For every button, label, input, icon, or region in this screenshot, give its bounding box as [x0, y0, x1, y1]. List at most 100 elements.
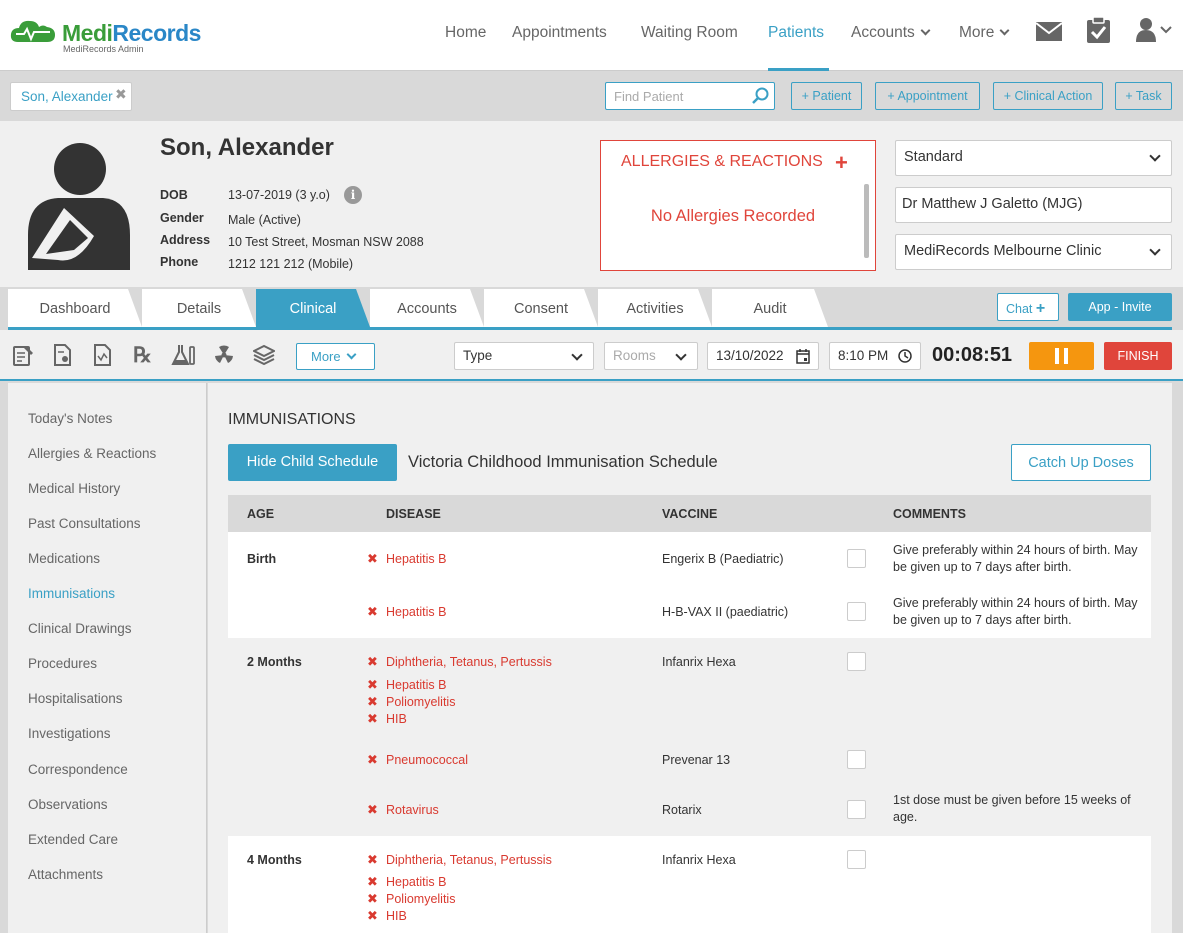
- sidebar-item-clinical-drawings[interactable]: Clinical Drawings: [28, 621, 132, 636]
- brand-subtitle: MediRecords Admin: [63, 44, 144, 54]
- tab-details[interactable]: Details: [142, 289, 256, 327]
- search-icon[interactable]: [752, 87, 770, 110]
- brand-logo[interactable]: MediRecords: [62, 20, 201, 47]
- clinic-select[interactable]: MediRecords Melbourne Clinic: [895, 234, 1172, 270]
- nav-accounts[interactable]: Accounts: [851, 24, 931, 42]
- sidebar-item-attachments[interactable]: Attachments: [28, 867, 103, 882]
- info-icon[interactable]: i: [344, 186, 362, 204]
- date-input[interactable]: 13/10/2022: [707, 342, 819, 370]
- finish-button[interactable]: FINISH: [1104, 342, 1172, 370]
- row-disease: Poliomyelitis: [386, 695, 456, 709]
- clock-icon[interactable]: [898, 349, 912, 366]
- patient-name: Son, Alexander: [160, 134, 334, 161]
- tab-activities[interactable]: Activities: [598, 289, 712, 327]
- nav-accounts-label: Accounts: [851, 24, 915, 41]
- sidebar-item-medical-history[interactable]: Medical History: [28, 481, 120, 496]
- mail-icon[interactable]: [1035, 22, 1063, 46]
- prescription-icon[interactable]: ℞: [133, 342, 152, 367]
- given-checkbox[interactable]: [847, 800, 866, 819]
- vaccine-column-header: VACCINE: [662, 507, 718, 521]
- not-given-x-icon: ✖: [367, 677, 378, 692]
- hide-child-schedule-button[interactable]: Hide Child Schedule: [228, 444, 397, 481]
- sidebar-item-medications[interactable]: Medications: [28, 551, 100, 566]
- not-given-x-icon: ✖: [367, 852, 378, 867]
- tab-accounts[interactable]: Accounts: [370, 289, 484, 327]
- app-invite-button[interactable]: App - Invite: [1068, 293, 1172, 321]
- row-disease: Rotavirus: [386, 803, 439, 817]
- tab-dashboard[interactable]: Dashboard: [8, 289, 142, 327]
- gender-value: Male (Active): [228, 213, 301, 227]
- chevron-down-icon: [1149, 150, 1161, 162]
- catch-up-doses-button[interactable]: Catch Up Doses: [1011, 444, 1151, 481]
- open-patient-tab[interactable]: Son, Alexander: [10, 82, 132, 111]
- row-comment: Give preferably within 24 hours of birth…: [893, 543, 1138, 574]
- sidebar-item-immunisations[interactable]: Immunisations: [28, 586, 115, 601]
- report-icon[interactable]: [93, 344, 113, 371]
- add-clinical-action-button[interactable]: + Clinical Action: [993, 82, 1103, 110]
- sidebar-item-allergies[interactable]: Allergies & Reactions: [28, 446, 156, 461]
- chevron-down-icon: [571, 349, 583, 361]
- dob-value: 13-07-2019 (3 y.o): [228, 188, 330, 202]
- calendar-icon[interactable]: [796, 349, 810, 367]
- close-icon[interactable]: ✖: [115, 86, 127, 103]
- sidebar-item-hospitalisations[interactable]: Hospitalisations: [28, 691, 123, 706]
- tab-clinical[interactable]: Clinical: [256, 289, 370, 327]
- given-checkbox[interactable]: [847, 750, 866, 769]
- appointment-type-select[interactable]: Standard: [895, 140, 1172, 176]
- add-allergy-button[interactable]: +: [835, 150, 848, 176]
- user-icon[interactable]: [1136, 17, 1172, 48]
- sidebar-item-investigations[interactable]: Investigations: [28, 726, 111, 741]
- nav-home[interactable]: Home: [445, 24, 486, 42]
- pause-button[interactable]: [1029, 342, 1094, 370]
- nav-more[interactable]: More: [959, 24, 1010, 42]
- more-tools-button[interactable]: More: [296, 343, 375, 370]
- row-age: Birth: [247, 552, 277, 566]
- nav-waiting-room[interactable]: Waiting Room: [641, 24, 738, 42]
- date-value: 13/10/2022: [716, 348, 784, 363]
- phone-label: Phone: [160, 255, 199, 269]
- given-checkbox[interactable]: [847, 549, 866, 568]
- radiation-icon[interactable]: [213, 344, 235, 371]
- add-appointment-button[interactable]: + Appointment: [875, 82, 980, 110]
- time-input[interactable]: 8:10 PM: [829, 342, 921, 370]
- row-disease: Hepatitis B: [386, 875, 447, 889]
- not-given-x-icon: ✖: [367, 802, 378, 817]
- lab-icon[interactable]: [171, 344, 197, 371]
- books-icon[interactable]: [251, 344, 277, 371]
- sidebar-item-correspondence[interactable]: Correspondence: [28, 762, 128, 777]
- open-patient-tab-label: Son, Alexander: [21, 89, 113, 104]
- chat-button[interactable]: Chat +: [997, 293, 1059, 321]
- add-task-button[interactable]: + Task: [1115, 82, 1172, 110]
- row-disease: Diphtheria, Tetanus, Pertussis: [386, 853, 552, 867]
- consult-timer: 00:08:51: [932, 344, 1013, 366]
- not-given-x-icon: ✖: [367, 604, 378, 619]
- type-select[interactable]: Type: [454, 342, 594, 370]
- brand-name-part1: Medi: [62, 20, 113, 46]
- document-icon[interactable]: [53, 344, 73, 371]
- sidebar-item-observations[interactable]: Observations: [28, 797, 108, 812]
- find-patient-input[interactable]: Find Patient: [605, 82, 775, 110]
- clipboard-check-icon[interactable]: [1087, 16, 1110, 48]
- given-checkbox[interactable]: [847, 850, 866, 869]
- doctor-field[interactable]: Dr Matthew J Galetto (MJG): [895, 187, 1172, 223]
- nav-patients[interactable]: Patients: [768, 24, 824, 42]
- nav-more-label: More: [959, 24, 995, 41]
- allergies-scrollbar[interactable]: [864, 184, 869, 258]
- type-select-label: Type: [463, 348, 493, 363]
- given-checkbox[interactable]: [847, 602, 866, 621]
- not-given-x-icon: ✖: [367, 908, 378, 923]
- row-disease: Diphtheria, Tetanus, Pertussis: [386, 655, 552, 669]
- row-age: 4 Months: [247, 853, 302, 867]
- add-patient-button[interactable]: + Patient: [791, 82, 862, 110]
- sidebar-item-procedures[interactable]: Procedures: [28, 656, 97, 671]
- sidebar-item-todays-notes[interactable]: Today's Notes: [28, 411, 112, 426]
- sidebar-item-past-consultations[interactable]: Past Consultations: [28, 516, 141, 531]
- sidebar-item-extended-care[interactable]: Extended Care: [28, 832, 118, 847]
- nav-appointments[interactable]: Appointments: [512, 24, 607, 42]
- tab-audit[interactable]: Audit: [712, 289, 828, 327]
- nav-active-indicator: [768, 68, 829, 71]
- notes-icon[interactable]: [12, 344, 34, 371]
- tab-consent[interactable]: Consent: [484, 289, 598, 327]
- given-checkbox[interactable]: [847, 652, 866, 671]
- rooms-select[interactable]: Rooms: [604, 342, 698, 370]
